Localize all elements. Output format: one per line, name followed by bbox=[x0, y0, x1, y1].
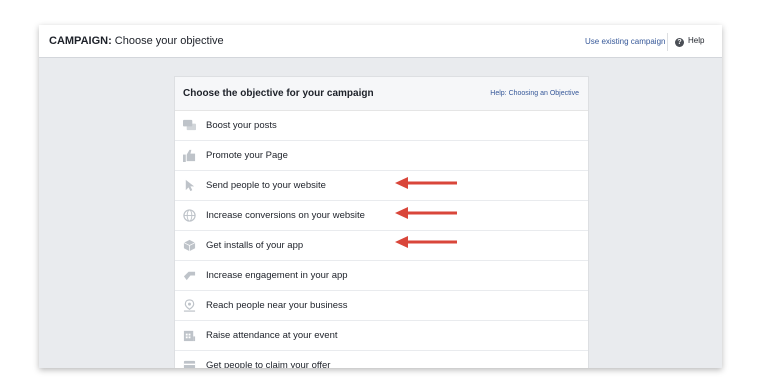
help-button[interactable]: ? Help bbox=[675, 36, 704, 47]
objective-reach-nearby[interactable]: Reach people near your business bbox=[175, 291, 588, 321]
objective-list: Boost your posts Promote your Page Send … bbox=[175, 111, 588, 368]
objective-label: Get installs of your app bbox=[206, 240, 304, 251]
speech-bubbles-icon bbox=[183, 119, 196, 132]
objective-event-attendance[interactable]: Raise attendance at your event bbox=[175, 321, 588, 351]
red-arrow-icon bbox=[395, 236, 457, 248]
cube-icon bbox=[183, 239, 196, 252]
use-existing-campaign-link[interactable]: Use existing campaign bbox=[585, 37, 665, 46]
objective-label: Promote your Page bbox=[206, 150, 288, 161]
objective-label: Reach people near your business bbox=[206, 300, 348, 311]
objective-app-installs[interactable]: Get installs of your app bbox=[175, 231, 588, 261]
panel-title: Choose the objective for your campaign bbox=[183, 88, 374, 99]
panel-header: Choose the objective for your campaign H… bbox=[175, 77, 588, 111]
objective-send-website[interactable]: Send people to your website bbox=[175, 171, 588, 201]
objective-boost-posts[interactable]: Boost your posts bbox=[175, 111, 588, 141]
title-text: Choose your objective bbox=[114, 35, 224, 47]
joystick-icon bbox=[183, 269, 196, 282]
thumbs-up-icon bbox=[183, 149, 196, 162]
red-arrow-icon bbox=[395, 207, 457, 219]
header-divider bbox=[667, 33, 668, 51]
objective-label: Raise attendance at your event bbox=[206, 330, 338, 341]
page-title: CAMPAIGN: Choose your objective bbox=[49, 35, 224, 47]
red-arrow-icon bbox=[395, 177, 457, 189]
help-icon: ? bbox=[675, 38, 684, 47]
objective-app-engagement[interactable]: Increase engagement in your app bbox=[175, 261, 588, 291]
help-label: Help bbox=[688, 36, 705, 45]
objective-panel: Choose the objective for your campaign H… bbox=[174, 76, 589, 368]
location-pin-icon bbox=[183, 299, 196, 312]
choosing-objective-help-link[interactable]: Help: Choosing an Objective bbox=[490, 90, 579, 97]
globe-icon bbox=[183, 209, 196, 222]
objective-label: Increase engagement in your app bbox=[206, 270, 348, 281]
title-prefix: CAMPAIGN: bbox=[49, 35, 112, 47]
objective-label: Send people to your website bbox=[206, 180, 326, 191]
objective-claim-offer[interactable]: Get people to claim your offer bbox=[175, 351, 588, 368]
objective-label: Get people to claim your offer bbox=[206, 360, 331, 368]
objective-label: Boost your posts bbox=[206, 120, 277, 131]
calendar-icon bbox=[183, 329, 196, 342]
campaign-window: CAMPAIGN: Choose your objective Use exis… bbox=[39, 25, 722, 368]
cursor-icon bbox=[183, 179, 196, 192]
objective-increase-conversions[interactable]: Increase conversions on your website bbox=[175, 201, 588, 231]
objective-promote-page[interactable]: Promote your Page bbox=[175, 141, 588, 171]
offer-icon bbox=[183, 359, 196, 368]
objective-label: Increase conversions on your website bbox=[206, 210, 365, 221]
top-bar: CAMPAIGN: Choose your objective Use exis… bbox=[39, 25, 722, 58]
